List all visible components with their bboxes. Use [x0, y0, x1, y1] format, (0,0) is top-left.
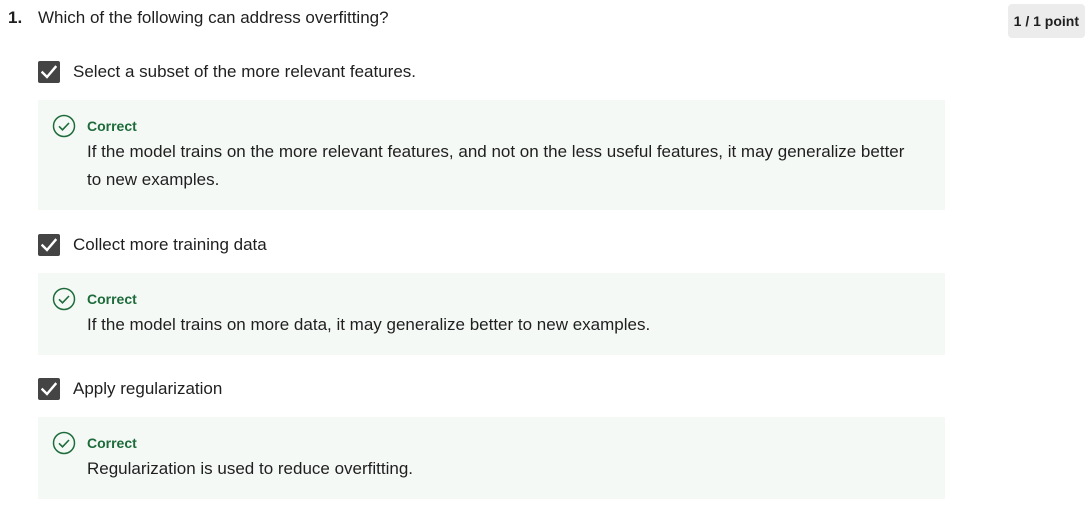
checkmark-icon	[41, 65, 57, 79]
feedback-title: Correct	[87, 118, 137, 134]
feedback-text: If the model trains on more data, it may…	[87, 315, 651, 334]
option-checkbox[interactable]	[38, 378, 60, 400]
option-row[interactable]: Collect more training data	[38, 233, 945, 257]
option-label: Collect more training data	[73, 235, 267, 254]
option-row[interactable]: Select a subset of the more relevant fea…	[38, 60, 945, 84]
checkmark-icon	[41, 382, 57, 396]
checkmark-icon	[41, 238, 57, 252]
option-label: Select a subset of the more relevant fea…	[73, 62, 417, 81]
option-2: Collect more training data Correct If th…	[38, 233, 945, 355]
feedback-title: Correct	[87, 291, 137, 307]
check-circle-icon	[52, 431, 76, 455]
feedback-body: Correct Regularization is used to reduce…	[87, 431, 413, 483]
feedback-text: Regularization is used to reduce overfit…	[87, 459, 414, 478]
option-checkbox[interactable]	[38, 234, 60, 256]
feedback-text: If the model trains on the more relevant…	[87, 142, 905, 189]
option-row[interactable]: Apply regularization	[38, 377, 945, 401]
feedback-panel: Correct Regularization is used to reduce…	[38, 417, 945, 499]
feedback-panel: Correct If the model trains on the more …	[38, 100, 945, 210]
question-text: Which of the following can address overf…	[38, 8, 389, 27]
feedback-panel: Correct If the model trains on more data…	[38, 273, 945, 355]
check-circle-icon	[52, 114, 76, 138]
feedback-title: Correct	[87, 435, 137, 451]
option-3: Apply regularization Correct Regularizat…	[38, 377, 945, 499]
option-1: Select a subset of the more relevant fea…	[38, 60, 945, 210]
option-label: Apply regularization	[73, 379, 223, 398]
question-header: 1. Which of the following can address ov…	[8, 6, 389, 30]
option-checkbox[interactable]	[38, 61, 60, 83]
question-number: 1.	[8, 8, 23, 27]
feedback-body: Correct If the model trains on the more …	[87, 114, 917, 194]
points-badge: 1 / 1 point	[1007, 4, 1085, 38]
feedback-body: Correct If the model trains on more data…	[87, 287, 650, 339]
check-circle-icon	[52, 287, 76, 311]
